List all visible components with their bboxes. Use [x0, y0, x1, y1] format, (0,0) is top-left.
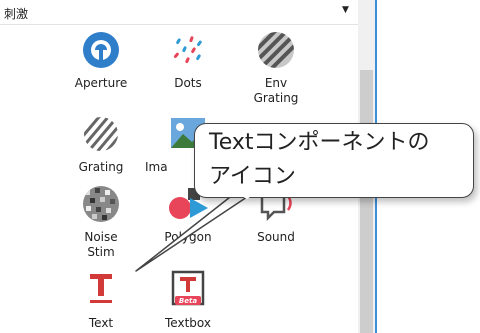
- text-icon: [90, 274, 112, 303]
- component-label: Text: [88, 316, 114, 330]
- dots-icon: [173, 36, 202, 64]
- env-grating-icon: [258, 32, 294, 68]
- category-header[interactable]: 刺激 ▼: [0, 0, 358, 25]
- aperture-icon: [83, 32, 119, 68]
- component-label: Sound: [257, 230, 295, 244]
- component-label: Grating: [78, 160, 124, 174]
- component-text[interactable]: Text: [56, 268, 146, 332]
- component-env-grating[interactable]: Env Grating: [231, 30, 321, 106]
- component-label: Noise Stim: [84, 230, 118, 259]
- component-grating[interactable]: Grating: [56, 114, 146, 178]
- callout-bubble: Textコンポーネントの アイコン: [194, 123, 474, 198]
- callout-text: Textコンポーネントの アイコン: [209, 130, 430, 189]
- component-textbox[interactable]: Beta Textbox: [143, 268, 233, 332]
- component-label: Polygon: [164, 230, 212, 244]
- component-aperture[interactable]: Aperture: [56, 30, 146, 94]
- component-noise-stim[interactable]: Noise Stim: [56, 184, 146, 260]
- component-label: Dots: [174, 76, 202, 90]
- beta-badge: Beta: [178, 297, 198, 305]
- component-dots[interactable]: Dots: [143, 30, 233, 94]
- component-label: Textbox: [165, 316, 211, 330]
- component-label: Env Grating: [253, 76, 299, 105]
- collapse-arrow-icon[interactable]: ▼: [342, 5, 349, 15]
- category-title: 刺激: [4, 7, 29, 21]
- noise-stim-icon: [83, 186, 119, 222]
- component-label: Aperture: [74, 76, 128, 90]
- grating-icon: [84, 117, 118, 151]
- scrollbar-thumb[interactable]: [360, 70, 373, 333]
